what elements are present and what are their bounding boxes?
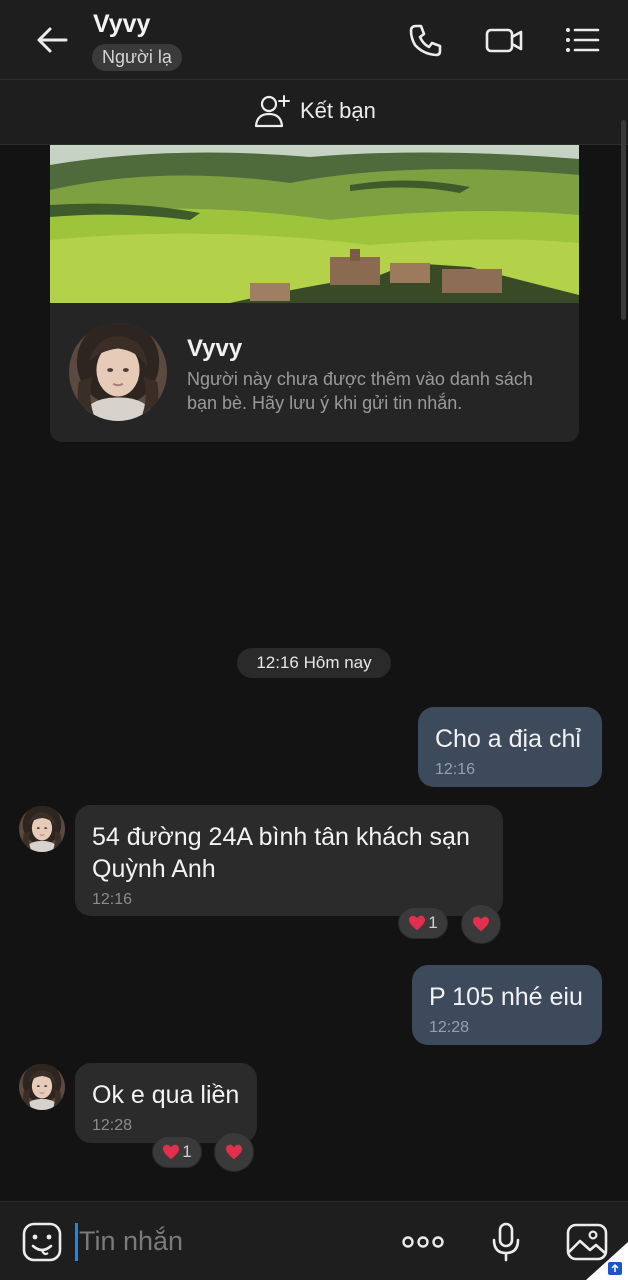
reaction-count: 1: [428, 913, 438, 932]
message-text: 54 đường 24A bình tân khách sạn Quỳnh An…: [92, 823, 470, 883]
avatar-photo: [69, 323, 167, 421]
emoji-icon[interactable]: [20, 1220, 64, 1264]
profile-card[interactable]: Vyvy Người này chưa được thêm vào danh s…: [50, 145, 579, 442]
sender-avatar[interactable]: [19, 806, 65, 852]
profile-name: Vyvy: [187, 335, 243, 362]
watermark-corner: [586, 1242, 628, 1280]
date-divider: 12:16 Hôm nay: [237, 648, 391, 678]
reaction-summary[interactable]: 1: [398, 907, 448, 939]
more-dots-icon[interactable]: [401, 1220, 445, 1264]
react-button[interactable]: [461, 904, 501, 944]
back-arrow-icon[interactable]: [30, 18, 74, 62]
message-bubble-received[interactable]: 54 đường 24A bình tân khách sạn Quỳnh An…: [75, 805, 503, 916]
heart-icon: [225, 1144, 243, 1160]
message-text: Ok e qua liền: [92, 1081, 240, 1109]
add-friend-label: Kết bạn: [300, 98, 376, 123]
avatar-photo: [19, 806, 65, 852]
list-menu-icon[interactable]: [562, 20, 602, 60]
message-time: 12:28: [92, 1117, 133, 1134]
message-text: Cho a địa chỉ: [435, 725, 581, 753]
profile-warning-text: Người này chưa được thêm vào danh sách b…: [187, 369, 533, 413]
add-friend-button[interactable]: Kết bạn: [254, 93, 376, 129]
heart-icon: [408, 915, 426, 931]
contact-name[interactable]: Vyvy: [93, 10, 150, 39]
microphone-icon[interactable]: [484, 1220, 528, 1264]
reaction-summary[interactable]: 1: [152, 1136, 202, 1168]
heart-icon: [472, 916, 490, 932]
text-caret: [75, 1223, 78, 1261]
message-bubble-sent[interactable]: Cho a địa chỉ 12:16: [418, 707, 602, 787]
sender-avatar[interactable]: [19, 1064, 65, 1110]
message-bubble-received[interactable]: Ok e qua liền 12:28: [75, 1063, 257, 1143]
chat-header: Vyvy Người lạ: [0, 0, 628, 79]
message-time: 12:16: [435, 761, 476, 778]
cover-photo: [50, 145, 579, 303]
heart-icon: [162, 1144, 180, 1160]
react-button[interactable]: [214, 1132, 254, 1172]
message-bubble-sent[interactable]: P 105 nhé eiu 12:28: [412, 965, 602, 1045]
scrollbar[interactable]: [621, 120, 626, 320]
add-friend-icon: [254, 95, 290, 128]
phone-icon[interactable]: [405, 20, 445, 60]
reaction-count: 1: [182, 1142, 192, 1161]
add-friend-bar: Kết bạn: [0, 79, 628, 145]
message-composer: Tin nhắn: [0, 1201, 628, 1280]
avatar-photo: [19, 1064, 65, 1110]
profile-avatar[interactable]: [69, 323, 167, 421]
message-text: P 105 nhé eiu: [429, 983, 583, 1011]
stranger-badge: Người lạ: [92, 44, 182, 71]
video-call-icon[interactable]: [484, 20, 524, 60]
message-input[interactable]: Tin nhắn: [79, 1226, 183, 1257]
message-time: 12:28: [429, 1019, 470, 1036]
